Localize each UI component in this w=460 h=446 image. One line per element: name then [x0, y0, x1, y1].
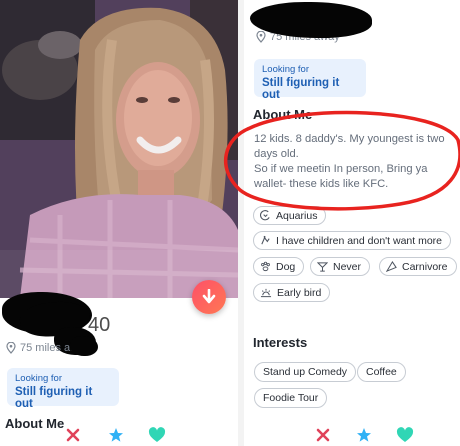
basics-chip-zodiac: Aquarius	[253, 206, 327, 225]
profile-card-left: 40 75 miles away Looking for Still figur…	[0, 0, 238, 446]
looking-for-card: Looking for Still figuring it out	[7, 368, 119, 410]
basics-chip-drinking: Never	[310, 257, 371, 276]
interests-heading: Interests	[253, 335, 308, 350]
profile-photo-art	[0, 0, 238, 298]
zodiac-icon	[260, 210, 270, 221]
looking-for-value: Still figuring it out	[262, 77, 340, 101]
nope-icon	[66, 428, 80, 442]
interest-chip: Coffee	[357, 362, 406, 382]
basics-chip-label: I have children and don't want more	[276, 234, 443, 247]
action-bar	[244, 424, 460, 446]
about-line-1: 12 kids. 8 daddy's. My youngest is two d…	[254, 133, 445, 160]
basics-chip-diet: Carnivore	[379, 257, 457, 276]
like-icon	[148, 427, 166, 442]
sleep-icon	[260, 288, 272, 298]
paw-icon	[261, 261, 270, 272]
basics-chip-label: Carnivore	[402, 260, 448, 273]
nope-icon	[316, 428, 330, 442]
nope-button[interactable]	[316, 428, 330, 446]
super-like-icon	[357, 428, 371, 442]
looking-for-value: Still figuring it out	[15, 386, 93, 410]
super-like-icon	[109, 428, 123, 442]
basics-chip-label: Aquarius	[276, 209, 318, 222]
profile-card-right: 75 miles away Looking for Still figuring…	[244, 0, 460, 446]
like-button[interactable]	[396, 427, 414, 446]
interest-chip: Foodie Tour	[254, 388, 328, 408]
about-me-text: 12 kids. 8 daddy's. My youngest is two d…	[254, 132, 460, 192]
super-like-button[interactable]	[108, 427, 124, 446]
looking-for-label: Looking for	[15, 373, 63, 384]
basics-chip-family: I have children and don't want more	[253, 231, 452, 250]
looking-for-card: Looking for Still figuring it out	[254, 59, 366, 101]
interest-chip: Stand up Comedy	[254, 362, 357, 382]
like-button[interactable]	[148, 427, 166, 446]
food-icon	[386, 261, 397, 272]
location-pin-icon	[6, 342, 16, 354]
like-icon	[396, 427, 414, 442]
profile-age: 40	[88, 314, 111, 336]
basics-chip-label: Never	[333, 260, 362, 273]
arrow-down-icon	[202, 289, 216, 304]
interest-chip-label: Stand up Comedy	[263, 366, 348, 378]
interest-chip-label: Coffee	[366, 366, 397, 378]
interest-chip-label: Foodie Tour	[263, 392, 319, 404]
nope-button[interactable]	[66, 428, 80, 446]
drink-icon	[317, 262, 328, 272]
basics-chip-sleep: Early bird	[253, 283, 331, 302]
basics-chip-label: Dog	[276, 260, 296, 273]
family-icon	[261, 235, 270, 245]
about-me-heading: About Me	[253, 107, 313, 122]
about-line-2: So if we meetin In person, Bring ya wall…	[254, 163, 428, 190]
profile-photo[interactable]	[0, 0, 238, 298]
profile-info-button[interactable]	[192, 280, 226, 314]
location-pin-icon	[256, 31, 266, 43]
basics-chip-pets: Dog	[253, 257, 305, 276]
looking-for-label: Looking for	[262, 64, 310, 75]
action-bar	[0, 424, 238, 446]
super-like-button[interactable]	[356, 427, 372, 446]
basics-chip-label: Early bird	[277, 286, 322, 299]
redaction-mark	[70, 336, 98, 356]
